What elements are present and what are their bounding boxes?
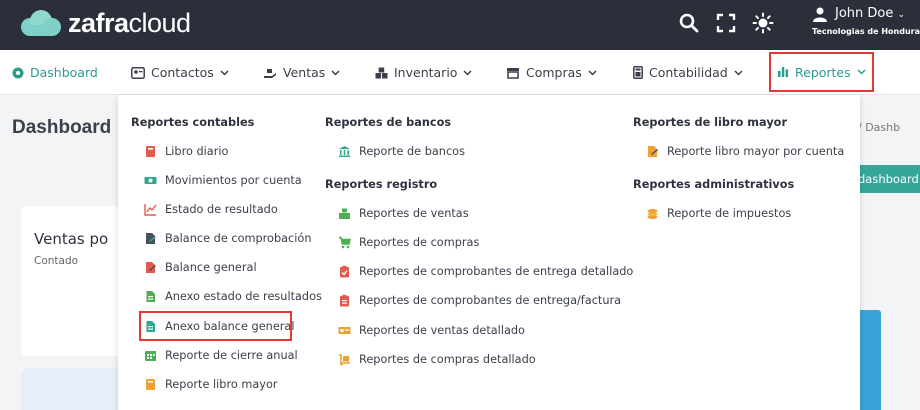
file-signature-icon xyxy=(146,233,156,244)
menu-item-reporte-de-cierre-anual[interactable]: Reporte de cierre anual xyxy=(144,349,298,362)
dolly-icon xyxy=(339,354,350,366)
reportes-dropdown: Reportes contables Libro diario Movimien… xyxy=(118,95,860,410)
chevron-down-icon xyxy=(857,69,866,75)
chevron-down-icon xyxy=(734,69,743,76)
nav-contabilidad-label: Contabilidad xyxy=(649,65,728,80)
file-signature-icon xyxy=(146,262,156,273)
receipt-icon xyxy=(338,327,351,334)
card-title: Ventas po xyxy=(34,230,109,248)
file-icon xyxy=(146,291,155,302)
cash-register-icon xyxy=(339,208,350,219)
book-icon xyxy=(146,146,155,157)
brand-logo[interactable]: zafracloud xyxy=(18,8,191,39)
menu-item-reporte-de-impuestos[interactable]: Reporte de impuestos xyxy=(646,207,791,220)
menu-item-reportes-de-compras[interactable]: Reportes de compras xyxy=(338,236,479,249)
user-name: John Doe ⌄ xyxy=(835,6,906,21)
dashboard-button[interactable]: dashboard xyxy=(850,165,920,193)
menu-item-libro-diario[interactable]: Libro diario xyxy=(144,145,228,158)
menu-item-comprobantes-entrega-detallado[interactable]: Reportes de comprobantes de entrega deta… xyxy=(338,265,633,278)
menu-item-reportes-de-ventas[interactable]: Reportes de ventas xyxy=(338,207,469,220)
sales-hand-icon xyxy=(264,68,276,78)
chevron-down-icon xyxy=(463,69,472,76)
cloud-logo-icon xyxy=(21,9,61,36)
menu-item-movimientos-por-cuenta[interactable]: Movimientos por cuenta xyxy=(144,174,302,187)
book-icon xyxy=(146,379,155,390)
nav-ventas[interactable]: Ventas xyxy=(263,50,340,95)
nav-reportes[interactable]: Reportes xyxy=(769,52,874,92)
nav-dashboard-label: Dashboard xyxy=(30,65,98,80)
menu-item-reportes-de-ventas-detallado[interactable]: Reportes de ventas detallado xyxy=(338,324,525,337)
boxes-icon xyxy=(375,67,388,78)
reportes-registro-header: Reportes registro xyxy=(325,178,438,191)
nav-dashboard[interactable]: Dashboard xyxy=(12,50,98,95)
clipboard-list-icon xyxy=(340,294,349,307)
nav-compras-label: Compras xyxy=(526,65,582,80)
main-nav: Dashboard Contactos Ventas Inventario Co… xyxy=(0,50,920,95)
nav-inventario-label: Inventario xyxy=(394,65,458,80)
brand-name: zafracloud xyxy=(68,8,191,38)
highlight-box xyxy=(139,311,292,341)
nav-contabilidad[interactable]: Contabilidad xyxy=(633,50,743,95)
menu-item-reporte-libro-mayor-por-cuenta[interactable]: Reporte libro mayor por cuenta xyxy=(646,145,844,158)
page-title: Dashboard xyxy=(12,117,112,138)
user-icon xyxy=(813,7,827,22)
menu-item-reporte-de-bancos[interactable]: Reporte de bancos xyxy=(338,145,465,158)
search-icon[interactable] xyxy=(678,12,700,34)
reportes-administrativos-header: Reportes administrativos xyxy=(633,178,795,191)
reportes-de-bancos-header: Reportes de bancos xyxy=(325,116,452,129)
breadcrumb[interactable]: / Dashb xyxy=(858,121,900,134)
menu-item-balance-de-comprobacion[interactable]: Balance de comprobación xyxy=(144,232,311,245)
cart-icon xyxy=(339,236,351,249)
menu-item-estado-de-resultado[interactable]: Estado de resultado xyxy=(144,203,278,216)
line-chart-icon xyxy=(144,204,157,216)
nav-contactos[interactable]: Contactos xyxy=(131,50,229,95)
file-signature-icon xyxy=(648,146,658,157)
reportes-de-libro-mayor-header: Reportes de libro mayor xyxy=(633,116,788,129)
reportes-contables-header: Reportes contables xyxy=(131,116,255,129)
calendar-icon xyxy=(145,351,156,361)
coins-icon xyxy=(647,209,658,219)
user-company: Tecnologias de Honduras xyxy=(812,27,920,36)
card-subtitle: Contado xyxy=(34,255,79,267)
nav-reportes-label: Reportes xyxy=(795,64,851,80)
theme-sun-icon[interactable] xyxy=(752,12,774,34)
calculator-icon xyxy=(633,66,643,79)
fullscreen-icon[interactable] xyxy=(715,12,737,34)
nav-contactos-label: Contactos xyxy=(151,65,214,80)
store-icon xyxy=(507,67,519,79)
chevron-down-icon xyxy=(588,69,597,76)
chevron-down-icon xyxy=(220,69,229,76)
menu-item-comprobantes-entrega-factura[interactable]: Reportes de comprobantes de entrega/fact… xyxy=(338,294,621,307)
chevron-down-icon xyxy=(331,69,340,76)
chevron-down-icon: ⌄ xyxy=(897,10,906,20)
menu-item-reportes-de-compras-detallado[interactable]: Reportes de compras detallado xyxy=(338,353,536,366)
menu-item-anexo-estado-de-resultados[interactable]: Anexo estado de resultados xyxy=(144,290,322,303)
top-bar: zafracloud John Doe ⌄ Tecnologias de Hon… xyxy=(0,0,920,50)
menu-item-reporte-libro-mayor[interactable]: Reporte libro mayor xyxy=(144,378,278,391)
menu-item-balance-general[interactable]: Balance general xyxy=(144,261,257,274)
dashboard-icon xyxy=(12,67,24,78)
nav-ventas-label: Ventas xyxy=(283,65,326,80)
nav-compras[interactable]: Compras xyxy=(506,50,597,95)
clipboard-check-icon xyxy=(340,265,349,278)
money-icon xyxy=(144,177,157,184)
bank-icon xyxy=(339,146,350,157)
nav-inventario[interactable]: Inventario xyxy=(375,50,472,95)
contacts-icon xyxy=(131,66,145,79)
bar-chart-icon xyxy=(778,67,789,77)
